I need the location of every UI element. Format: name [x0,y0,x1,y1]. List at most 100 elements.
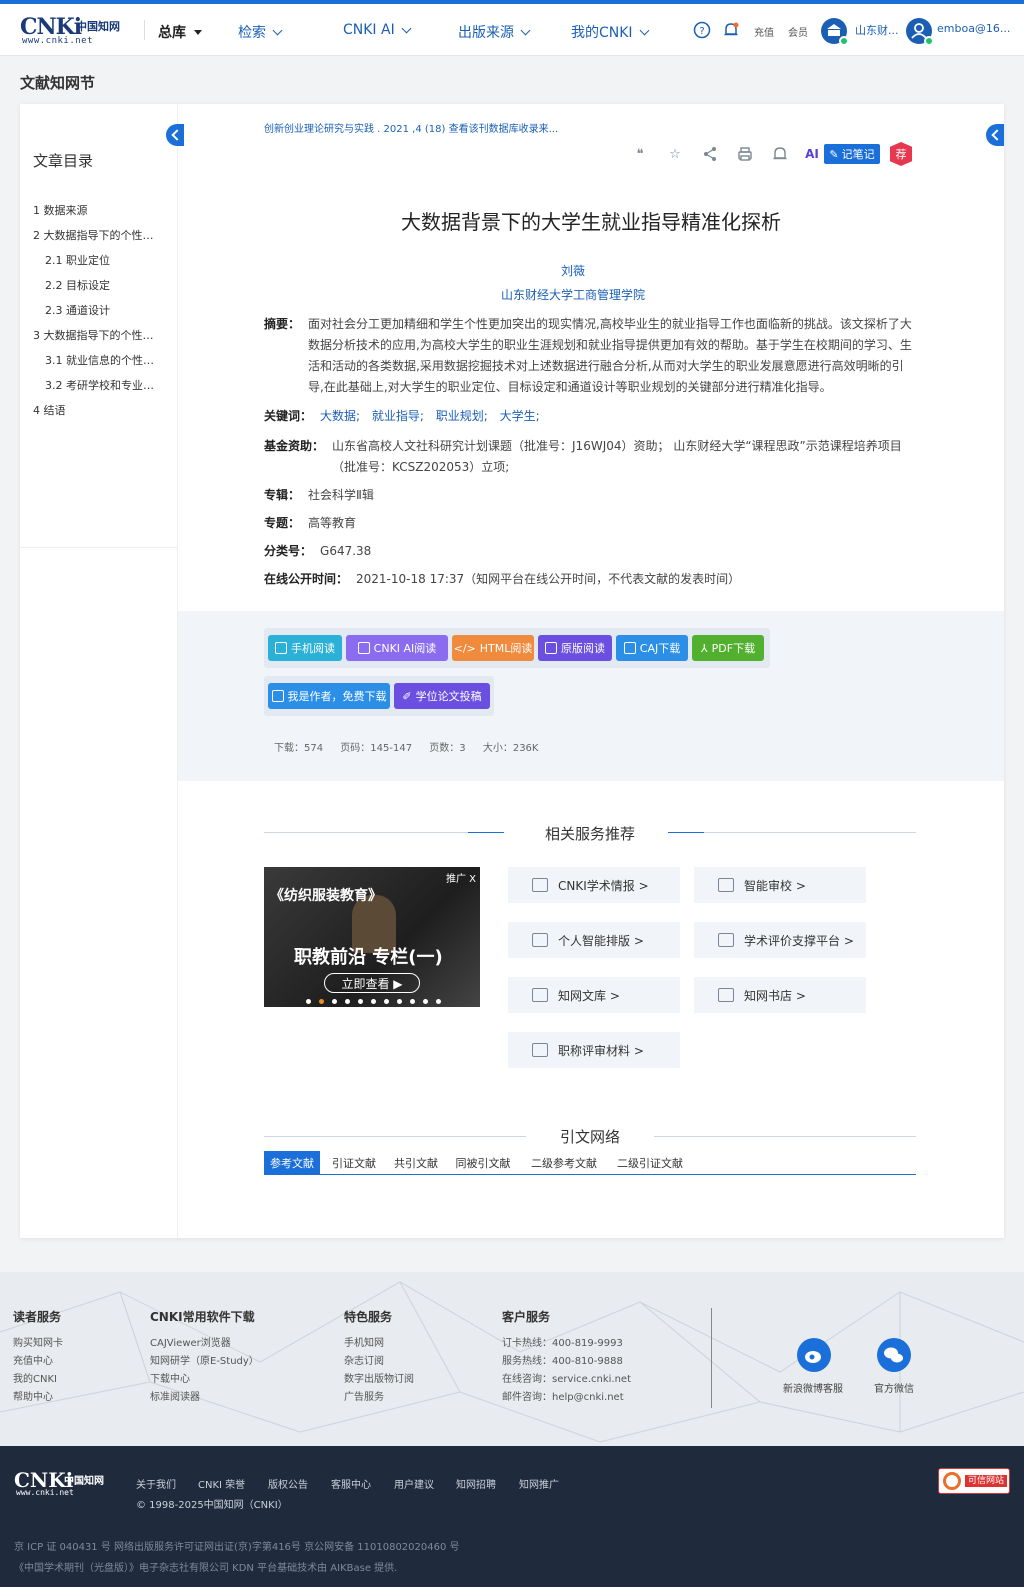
footer-cnki-logo[interactable]: CNKi 中国知网 www.cnki.net [14,1468,104,1497]
quote-icon[interactable]: ❝ [630,144,650,164]
footer-link[interactable]: 充值中心 [13,1352,53,1367]
nav-cnki-ai[interactable]: CNKI AI [343,22,412,38]
toc-item[interactable]: 2.2 目标设定 [45,277,170,293]
footer-link[interactable]: 广告服务 [344,1388,384,1403]
right-panel-collapse-button[interactable] [986,124,1004,146]
service-academic-intel[interactable]: CNKI学术情报 > [508,867,680,903]
footer-about-link[interactable]: 关于我们 [136,1476,176,1491]
alert-bell-icon[interactable] [770,144,790,164]
cnki-logo[interactable]: CNKi 中国知网 www.cnki.net [20,14,126,46]
print-icon[interactable] [735,144,755,164]
footer-link[interactable]: 购买知网卡 [13,1334,63,1349]
source-line[interactable]: 创新创业理论研究与实践 . 2021 ,4 (18) 查看该刊数据库收录来... [264,120,558,135]
footer-link[interactable]: 邮件咨询：help@cnki.net [502,1388,624,1403]
service-smart-layout[interactable]: 个人智能排版 > [508,922,680,958]
bell-icon[interactable] [722,21,740,39]
recommend-badge[interactable]: 荐 [890,142,912,166]
star-icon[interactable]: ☆ [665,144,685,164]
footer-copyright-link[interactable]: 版权公告 [268,1476,308,1491]
thesis-submit-button[interactable]: ✐ 学位论文投稿 [394,683,490,709]
help-icon[interactable]: ? [693,21,711,39]
service-academic-eval[interactable]: 学术评价支撑平台 > [694,922,866,958]
keyword-link[interactable]: 大数据; [320,409,360,423]
toc-item[interactable]: 2.3 通道设计 [45,302,170,318]
ai-icon[interactable]: AI [802,144,822,164]
keyword-link[interactable]: 职业规划; [436,409,488,423]
carousel-dots[interactable] [306,999,441,1004]
ad-close-tag[interactable]: 推广 X [446,870,476,885]
service-bookstore[interactable]: 知网书店 > [694,977,866,1013]
footer-link[interactable]: CAJViewer浏览器 [150,1334,231,1349]
toc-item[interactable]: 3.1 就业信息的个性化推送 [45,352,158,368]
footer-link[interactable]: 手机知网 [344,1334,384,1349]
promo-banner[interactable]: 推广 X 《纺织服装教育》 职教前沿 专栏(一) 立即查看 ▶ [264,867,480,1007]
keyword-link[interactable]: 就业指导; [372,409,424,423]
footer-link[interactable]: 标准阅读器 [150,1388,200,1403]
recharge-link[interactable]: 充值 [754,24,774,39]
org-avatar[interactable] [821,18,849,46]
toc-collapse-button[interactable] [166,124,184,146]
toc-item[interactable]: 1 数据来源 [33,202,158,218]
footer-link[interactable]: 我的CNKI [13,1370,57,1385]
toc-item[interactable]: 4 结语 [33,402,158,418]
ai-read-button[interactable]: CNKI AI阅读 [346,635,448,661]
nav-search[interactable]: 检索 [238,22,283,42]
nav-zongku[interactable]: 总库 [158,22,202,42]
wechat-label[interactable]: 官方微信 [874,1380,914,1395]
tab-citing[interactable]: 引证文献 [326,1151,382,1175]
original-read-button[interactable]: 原版阅读 [538,635,612,661]
footer-link[interactable]: 帮助中心 [13,1388,53,1403]
footer-link[interactable]: 服务热线：400-810-9888 [502,1352,623,1367]
footer-honor-link[interactable]: CNKI 荣誉 [198,1476,245,1491]
toc-item[interactable]: 3.2 考研学校和专业的选择 [45,377,158,393]
nav-my-cnki[interactable]: 我的CNKI [571,22,650,42]
toc-item[interactable]: 3 大数据指导下的个性化就业指导 [33,327,158,343]
keyword-link[interactable]: 大学生; [500,409,540,423]
weibo-icon[interactable] [797,1338,831,1372]
weibo-label[interactable]: 新浪微博客服 [783,1380,843,1395]
service-label: 职称评审材料 > [558,1043,644,1058]
affiliation-link[interactable]: 山东财经大学工商管理学院 [178,286,968,303]
tab-references[interactable]: 参考文献 [264,1151,320,1175]
footer-link[interactable]: 知网研学（原E-Study） [150,1352,259,1367]
user-name[interactable]: emboa@16... [937,22,1010,35]
service-smart-proofread[interactable]: 智能审校 > [694,867,866,903]
fund-text[interactable]: 山东省高校人文社科研究计划课题（批准号：J16WJ04）资助； 山东财经大学“课… [332,436,914,478]
footer-feedback-link[interactable]: 用户建议 [394,1476,434,1491]
table-of-contents: 文章目录 1 数据来源 2 大数据指导下的个性化职业规划 2.1 职业定位 2.… [20,104,184,1238]
ad-view-button[interactable]: 立即查看 ▶ [324,973,420,993]
tab-co-citing[interactable]: 共引文献 [388,1151,444,1175]
toc-item[interactable]: 2.1 职业定位 [45,252,170,268]
toc-item[interactable]: 2 大数据指导下的个性化职业规划 [33,227,158,243]
footer-link[interactable]: 在线咨询：service.cnki.net [502,1370,631,1385]
note-button[interactable]: ✎ 记笔记 [824,144,880,164]
icp-license-text[interactable]: 京 ICP 证 040431 号 网络出版服务许可证网出证(京)字第416号 京… [14,1538,460,1553]
footer-jobs-link[interactable]: 知网招聘 [456,1476,496,1491]
author-link[interactable]: 刘薇 [178,262,968,279]
service-title-review[interactable]: 职称评审材料 > [508,1032,680,1068]
author-free-download-button[interactable]: 我是作者，免费下载 [268,683,390,709]
site-header: CNKi 中国知网 www.cnki.net 总库 检索 CNKI AI 出版来… [0,4,1024,56]
member-link[interactable]: 会员 [788,24,808,39]
tab-secondary-citing[interactable]: 二级引证文献 [610,1151,690,1175]
pdf-download-button[interactable]: ⅄ PDF下载 [692,635,764,661]
tab-secondary-references[interactable]: 二级参考文献 [524,1151,604,1175]
wechat-icon[interactable] [877,1338,911,1372]
footer-link[interactable]: 下载中心 [150,1370,190,1385]
footer-support-link[interactable]: 客服中心 [331,1476,371,1491]
caj-download-button[interactable]: CAJ下载 [616,635,688,661]
org-name[interactable]: 山东财... [855,22,899,38]
html-read-button[interactable]: </> HTML阅读 [452,635,534,661]
tab-co-cited[interactable]: 同被引文献 [450,1151,516,1175]
user-avatar[interactable] [906,18,934,46]
nav-publication[interactable]: 出版来源 [458,22,531,42]
footer-link[interactable]: 订卡热线：400-819-9993 [502,1334,623,1349]
mobile-read-button[interactable]: 手机阅读 [268,635,342,661]
online-time-value: 2021-10-18 17:37（知网平台在线公开时间，不代表文献的发表时间） [356,572,741,586]
footer-link[interactable]: 数字出版物订阅 [344,1370,414,1385]
share-icon[interactable] [700,144,720,164]
service-library[interactable]: 知网文库 > [508,977,680,1013]
footer-link[interactable]: 杂志订阅 [344,1352,384,1367]
trusted-site-badge[interactable]: 可信网站 [938,1468,1010,1494]
footer-promo-link[interactable]: 知网推广 [519,1476,559,1491]
